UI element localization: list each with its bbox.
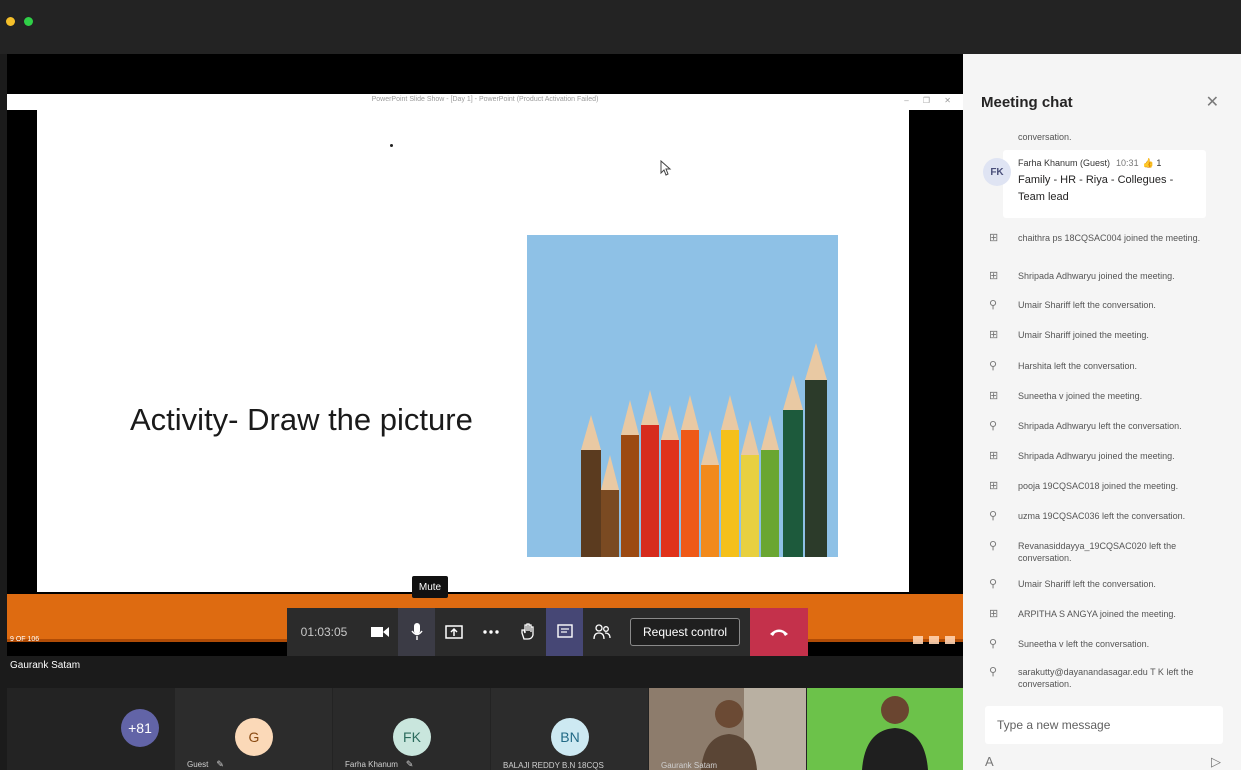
laser-dot <box>390 144 393 147</box>
avatar[interactable]: FK <box>983 158 1011 186</box>
participants-icon <box>592 624 611 640</box>
participant-tile[interactable]: FK Farha Khanum ✎ <box>333 688 490 770</box>
joined-icon: ⊞ <box>989 390 999 402</box>
slide-title: Activity- Draw the picture <box>130 402 473 437</box>
camera-button[interactable] <box>361 608 398 656</box>
left-icon: ⚲ <box>989 578 998 590</box>
participant-video <box>649 688 806 770</box>
joined-icon: ⊞ <box>989 480 999 492</box>
microphone-button[interactable] <box>398 608 435 656</box>
left-icon: ⚲ <box>989 638 998 650</box>
participant-name: BALAJI REDDY B.N 18CQS <box>503 761 604 770</box>
shared-presentation: PowerPoint Slide Show - [Day 1] - PowerP… <box>7 94 963 671</box>
chat-icon <box>556 624 573 638</box>
presenter-name: Gaurank Satam <box>10 660 81 671</box>
participants-strip: +81 G Guest ✎ FK Farha Khanum ✎ BN BALAJI … <box>7 688 963 770</box>
teams-meeting-window: PowerPoint Slide Show - [Day 1] - PowerP… <box>0 0 1241 770</box>
like-icon[interactable]: 👍 <box>1143 158 1154 168</box>
close-icon[interactable]: ✕ <box>1206 92 1219 112</box>
participant-tile[interactable]: +81 <box>7 688 174 770</box>
left-icon: ⚲ <box>989 360 998 372</box>
request-control-area: Request control <box>620 608 750 656</box>
minimize-window-button[interactable] <box>6 17 15 26</box>
message-author: Farha Khanum (Guest) <box>1018 158 1111 168</box>
overflow-count-avatar: +81 <box>121 709 159 747</box>
joined-icon: ⊞ <box>989 270 999 282</box>
joined-icon: ⊞ <box>989 608 999 620</box>
share-screen-button[interactable] <box>435 608 472 656</box>
ppt-window-titlebar: PowerPoint Slide Show - [Day 1] - PowerP… <box>7 94 963 110</box>
stage-top-spacer <box>7 54 963 94</box>
left-icon: ⚲ <box>989 540 998 552</box>
message-compose-box <box>985 706 1223 744</box>
reading-view-icon[interactable] <box>929 636 939 644</box>
left-icon: ⚲ <box>989 420 998 432</box>
raise-hand-button[interactable] <box>509 608 546 656</box>
more-actions-button[interactable] <box>472 608 509 656</box>
more-icon <box>482 630 499 634</box>
slide-counter: 9 OF 106 <box>10 636 40 643</box>
message-input[interactable] <box>985 706 1223 744</box>
mic-off-icon: ✎ <box>405 759 414 769</box>
participant-video <box>807 688 963 770</box>
participant-tile[interactable]: G Guest ✎ <box>175 688 332 770</box>
mouse-pointer-icon <box>660 160 672 176</box>
chat-button[interactable] <box>546 608 583 656</box>
mic-off-icon: ✎ <box>216 759 224 769</box>
hang-up-button[interactable] <box>750 608 809 656</box>
normal-view-icon[interactable] <box>913 636 923 644</box>
colored-pencils-image <box>527 235 838 557</box>
format-icon[interactable]: A <box>985 754 994 769</box>
chat-continuation-text: conversation. <box>1018 132 1072 142</box>
message-body: Family - HR - Riya - Collegues - Team le… <box>1018 174 1174 203</box>
request-control-button[interactable]: Request control <box>630 618 741 646</box>
participant-video-tile[interactable]: Gaurank Satam <box>649 688 806 770</box>
participant-avatar: G <box>235 718 273 756</box>
ppt-view-icons <box>913 636 955 644</box>
chat-message-meta: Farha Khanum (Guest) 10:31 👍 1 <box>1018 158 1161 169</box>
slide: Activity- Draw the picture <box>37 110 909 592</box>
participant-name: Farha Khanum ✎ <box>345 759 414 769</box>
call-controls-bar: 01:03:05 Request control <box>287 608 809 656</box>
participant-avatar: BN <box>551 718 589 756</box>
participant-video-tile[interactable] <box>807 688 963 770</box>
participants-button[interactable] <box>583 608 620 656</box>
window-titlebar <box>0 0 1241 54</box>
microphone-icon <box>410 623 423 640</box>
share-screen-icon <box>444 624 463 639</box>
ppt-window-title: PowerPoint Slide Show - [Day 1] - PowerP… <box>371 96 599 103</box>
joined-icon: ⊞ <box>989 450 999 462</box>
message-time: 10:31 <box>1116 158 1139 168</box>
meeting-chat-panel: Meeting chat ✕ conversation. FK Farha Kh… <box>963 54 1241 770</box>
maximize-window-button[interactable] <box>24 17 33 26</box>
joined-icon: ⊞ <box>989 329 999 341</box>
raise-hand-icon <box>520 623 534 640</box>
participant-name: Gaurank Satam <box>661 761 718 770</box>
ppt-window-controls: – ❐ ✕ <box>904 96 957 105</box>
like-count: 1 <box>1156 158 1162 168</box>
hang-up-icon <box>770 629 789 636</box>
participant-avatar: FK <box>393 718 431 756</box>
left-icon: ⚲ <box>989 510 998 522</box>
mute-tooltip: Mute <box>412 576 448 598</box>
joined-icon: ⊞ <box>989 232 999 244</box>
camera-icon <box>370 627 389 637</box>
send-icon[interactable]: ▷ <box>1211 754 1221 770</box>
chat-title: Meeting chat <box>981 94 1073 111</box>
slideshow-view-icon[interactable] <box>945 636 955 644</box>
call-timer: 01:03:05 <box>300 625 348 639</box>
participant-tile[interactable]: BN BALAJI REDDY B.N 18CQS <box>491 688 648 770</box>
left-icon: ⚲ <box>989 666 998 678</box>
left-icon: ⚲ <box>989 299 998 311</box>
participant-name: Guest ✎ <box>187 759 224 769</box>
